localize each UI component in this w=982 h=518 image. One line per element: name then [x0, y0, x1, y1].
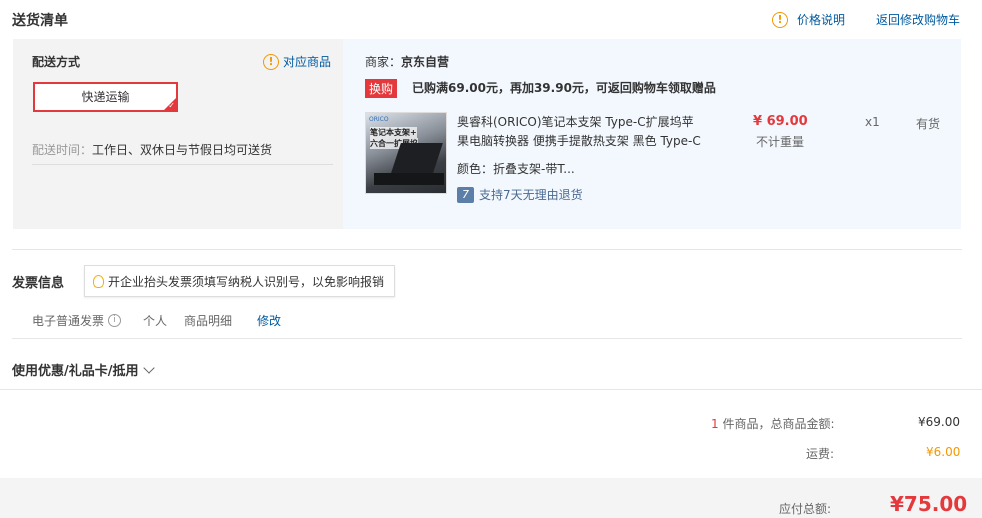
divider: [12, 249, 962, 250]
merchant-info: 商家：京东自营: [365, 53, 449, 70]
delivery-panel: 配送方式 ! 对应商品 快递运输 ✓ 配送时间：工作日、双休日与节假日均可送货: [13, 39, 343, 229]
check-mark-icon: ✓: [168, 101, 175, 110]
shipping-value: ¥6.00: [926, 445, 961, 459]
payable-bar: 应付总额: ¥75.00: [0, 478, 982, 518]
invoice-holder: 个人: [143, 314, 168, 328]
payable-label: 应付总额:: [779, 502, 832, 516]
product-color-value: 折叠支架-带T...: [493, 162, 575, 176]
lightbulb-icon: [93, 274, 104, 288]
invoice-edit-link[interactable]: 修改: [257, 312, 281, 329]
product-color: 颜色：折叠支架-带T...: [457, 160, 575, 177]
chevron-down-icon: [142, 361, 155, 374]
payable-value: ¥75.00: [890, 492, 968, 516]
merchant-name: 京东自营: [401, 55, 450, 69]
laptop-stand-shape: [391, 143, 443, 173]
match-products-label: 对应商品: [283, 55, 332, 69]
delivery-time-value: 工作日、双休日与节假日均可送货: [92, 143, 273, 157]
invoice-type: 电子普通发票 i: [32, 312, 122, 329]
goods-amount: ¥69.00: [918, 415, 960, 429]
warning-icon: !: [263, 53, 279, 70]
warning-icon: !: [772, 11, 788, 28]
thumbnail-brand: ORICO: [369, 116, 389, 123]
product-price: ¥ 69.00: [753, 114, 808, 129]
divider: [32, 164, 333, 165]
goods-count-suffix: 件商品，总商品金额:: [718, 417, 835, 431]
thumbnail-caption-1: 笔记本支架+: [370, 127, 417, 138]
match-products-link[interactable]: ! 对应商品: [263, 53, 331, 70]
invoice-tip: 开企业抬头发票须填写纳税人识别号，以免影响报销: [84, 265, 396, 297]
coupon-toggle[interactable]: 使用优惠/礼品卡/抵用: [12, 360, 155, 379]
product-color-label: 颜色：: [457, 162, 494, 176]
delivery-time: 配送时间：工作日、双休日与节假日均可送货: [32, 141, 272, 158]
promo-tag: 换购: [365, 79, 398, 98]
product-title[interactable]: 奥睿科(ORICO)笔记本支架 Type-C扩展坞苹 果电脑转换器 便携手提散热…: [457, 113, 717, 151]
product-thumbnail[interactable]: ORICO 笔记本支架+ 六合一扩展坞: [365, 112, 447, 194]
merchant-label: 商家：: [365, 55, 402, 69]
price-note-link[interactable]: ! 价格说明: [772, 11, 845, 28]
stock-status: 有货: [916, 117, 941, 131]
back-to-cart-link[interactable]: 返回修改购物车: [876, 11, 960, 28]
delivery-method-label: 配送方式: [32, 55, 81, 69]
return-policy-icon: 7: [457, 186, 474, 203]
return-policy-text: 支持7天无理由退货: [479, 188, 583, 202]
merchant-panel: 商家：京东自营 换购 已购满69.00元，再加39.90元，可返回购物车领取赠品…: [343, 39, 961, 229]
product-quantity: x1: [865, 115, 880, 129]
shipping-label: 运费:: [806, 447, 835, 461]
delivery-time-label: 配送时间：: [32, 143, 93, 157]
invoice-title: 发票信息: [12, 276, 65, 291]
coupon-title: 使用优惠/礼品卡/抵用: [12, 364, 139, 379]
goods-count-summary: 1 件商品，总商品金额:: [711, 415, 835, 432]
laptop-base-shape: [374, 173, 444, 185]
return-policy: 7 支持7天无理由退货: [457, 186, 583, 203]
promo-text: 已购满69.00元，再加39.90元，可返回购物车领取赠品: [412, 81, 716, 95]
product-weight: 不计重量: [756, 135, 805, 149]
section-title: 送货清单: [12, 13, 68, 29]
divider: [0, 389, 982, 390]
divider: [12, 338, 962, 339]
invoice-content: 商品明细: [184, 314, 233, 328]
invoice-type-label: 电子普通发票: [32, 314, 105, 328]
price-note-label: 价格说明: [797, 13, 846, 27]
info-icon[interactable]: i: [108, 314, 122, 327]
invoice-tip-text: 开企业抬头发票须填写纳税人识别号，以免影响报销: [108, 274, 385, 289]
goods-count: 1: [711, 417, 719, 431]
product-title-line1: 奥睿科(ORICO)笔记本支架 Type-C扩展坞苹: [457, 115, 694, 129]
delivery-option-label: 快递运输: [81, 90, 130, 104]
product-title-line2: 果电脑转换器 便携手提散热支架 黑色 Type-C: [457, 134, 701, 148]
delivery-option-express[interactable]: 快递运输 ✓: [33, 82, 178, 112]
